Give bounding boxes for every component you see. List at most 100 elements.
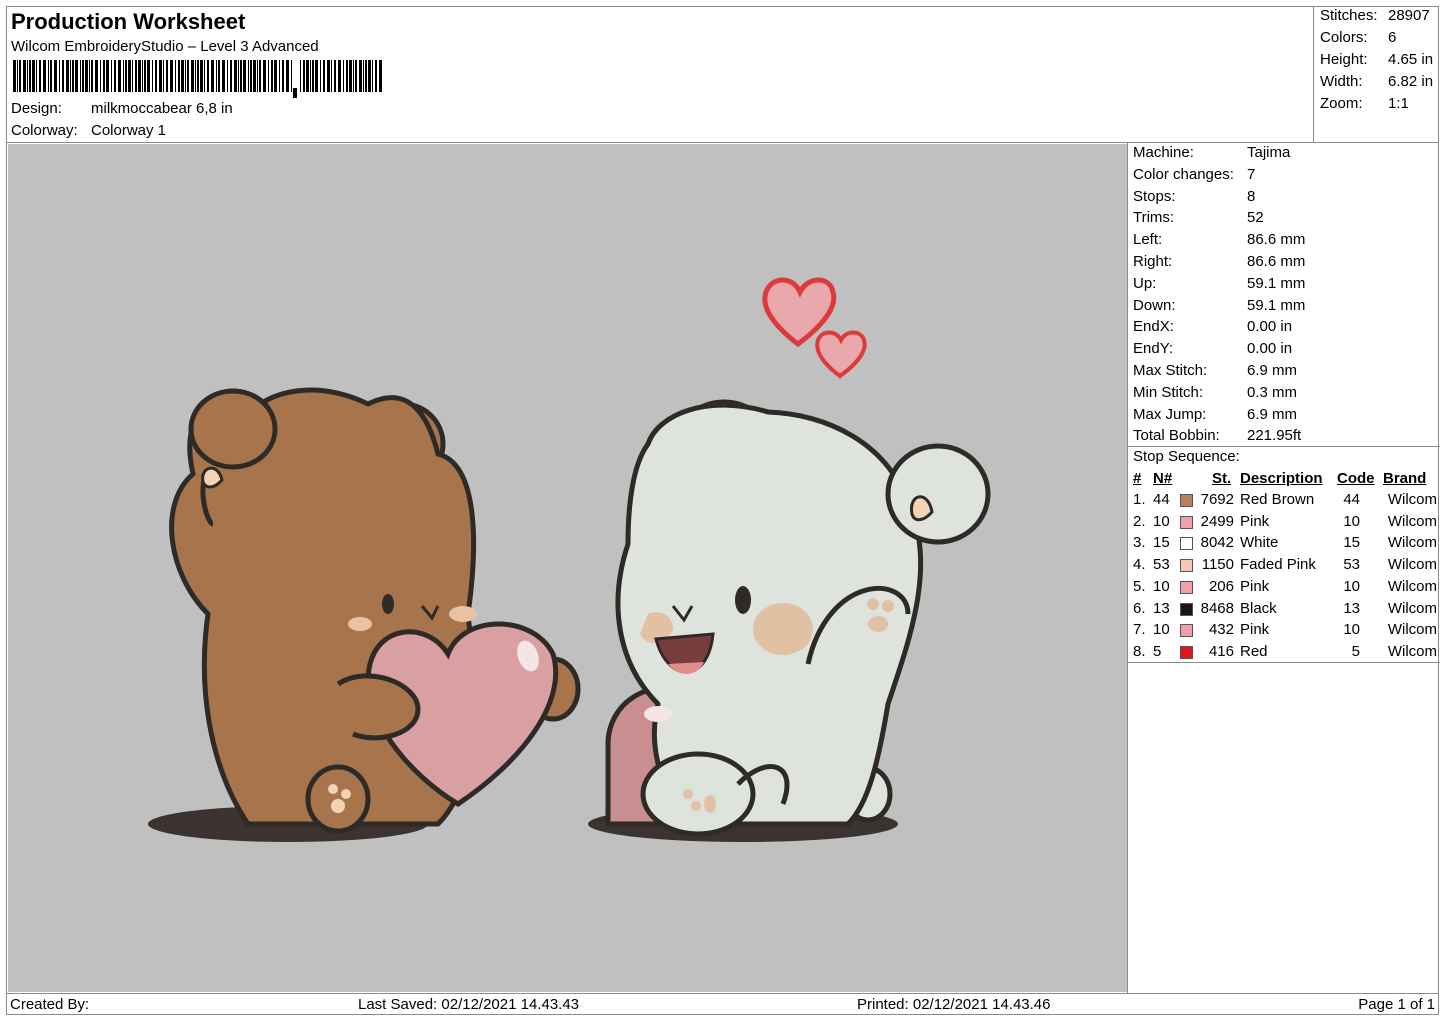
barcode-bar: [338, 60, 341, 92]
barcode-bar: [135, 60, 137, 92]
machine-value: 86.6 mm: [1247, 231, 1306, 249]
zoom-label: Zoom:: [1320, 95, 1363, 112]
barcode-bar: [253, 60, 256, 92]
stop-st: 2499: [1200, 512, 1234, 530]
stop-row: 2. 10 2499 Pink 10 Wilcom: [1128, 513, 1440, 535]
zoom-value: 1:1: [1388, 95, 1409, 112]
width-label: Width:: [1320, 73, 1363, 90]
barcode: [13, 60, 382, 98]
stop-code: 10: [1343, 577, 1360, 595]
stop-sequence-title: Stop Sequence:: [1133, 448, 1240, 465]
machine-label: Max Stitch:: [1133, 362, 1208, 379]
barcode-bar: [43, 60, 46, 92]
stop-row: 1. 44 7692 Red Brown 44 Wilcom: [1128, 491, 1440, 513]
barcode-bar: [300, 60, 301, 92]
barcode-bar: [29, 60, 31, 92]
width-value: 6.82 in: [1388, 73, 1434, 90]
barcode-bar: [365, 60, 367, 92]
stop-desc: Pink: [1240, 621, 1270, 639]
barcode-mark: [293, 88, 297, 98]
color-swatch: [1180, 494, 1193, 507]
stop-st: 7692: [1200, 491, 1234, 508]
stop-num: 8.: [1133, 642, 1146, 660]
color-swatch: [1180, 537, 1193, 551]
col-num-header: #: [1133, 470, 1142, 487]
barcode-bar: [187, 60, 189, 92]
machine-value: 0.3 mm: [1247, 383, 1298, 401]
color-swatch: [1180, 559, 1193, 573]
machine-label: Color changes:: [1133, 165, 1234, 183]
barcode-bar: [274, 60, 277, 92]
colors-row: Colors: 6: [1320, 29, 1396, 46]
stop-num: 7.: [1133, 621, 1146, 639]
barcode-bar: [306, 60, 309, 92]
barcode-bar: [95, 60, 98, 92]
barcode-bar: [103, 60, 105, 92]
stop-code: 53: [1343, 556, 1360, 574]
software-name: Wilcom EmbroideryStudio – Level 3 Advanc…: [11, 38, 319, 55]
machine-row: Stops: 8: [1133, 188, 1255, 205]
machine-row: Up: 59.1 mm: [1133, 275, 1305, 292]
machine-label: Max Jump:: [1133, 405, 1207, 423]
barcode-bar: [218, 60, 220, 92]
barcode-bar: [163, 60, 164, 92]
barcode-bar: [263, 60, 266, 92]
barcode-bar: [240, 60, 242, 92]
barcode-bar: [243, 60, 246, 92]
barcode-bar: [227, 60, 228, 92]
barcode-bar: [310, 60, 311, 92]
brown-bear: [169, 387, 581, 834]
created-by: Created By:: [10, 996, 90, 1013]
machine-label: Up:: [1133, 274, 1157, 292]
stop-desc: Faded Pink: [1240, 556, 1316, 574]
stop-n: 10: [1153, 577, 1170, 595]
barcode-bar: [375, 60, 377, 92]
barcode-bar: [312, 60, 314, 92]
barcode-bar: [282, 60, 284, 92]
height-value: 4.65 in: [1388, 51, 1434, 68]
barcode-bar: [200, 60, 203, 92]
barcode-bar: [359, 60, 362, 92]
machine-row: Color changes: 7: [1133, 166, 1255, 183]
color-swatch: [1180, 580, 1193, 594]
embroidery-illustration: [148, 277, 991, 842]
machine-label: Machine:: [1133, 144, 1194, 161]
machine-label: Trims:: [1133, 209, 1175, 227]
color-swatch: [1180, 645, 1193, 659]
stop-n: 13: [1153, 599, 1170, 617]
barcode-bar: [75, 60, 78, 92]
color-swatch: [1180, 602, 1193, 616]
barcode-bar: [222, 60, 225, 92]
design-value: milkmoccabear 6,8 in: [91, 100, 233, 117]
stop-desc: Pink: [1240, 577, 1270, 595]
machine-value: 6.9 mm: [1247, 405, 1298, 423]
stop-row: 5. 10 206 Pink 10 Wilcom: [1128, 578, 1440, 600]
barcode-bar: [66, 60, 69, 92]
barcode-bar: [125, 60, 127, 92]
printed-date: Printed: 02/12/2021 14.43.46: [857, 996, 1051, 1013]
barcode-bar: [128, 60, 131, 92]
barcode-bar: [142, 60, 143, 92]
stop-n: 15: [1153, 534, 1170, 552]
machine-value: 0.00 in: [1247, 340, 1293, 358]
colors-label: Colors:: [1320, 29, 1368, 46]
barcode-bar: [204, 60, 205, 92]
barcode-bar: [259, 60, 261, 92]
barcode-bar: [349, 60, 352, 92]
barcode-bar: [114, 60, 116, 92]
zoom-row: Zoom: 1:1: [1320, 95, 1409, 112]
stop-n: 10: [1153, 512, 1170, 530]
stop-desc: White: [1240, 534, 1279, 552]
design-label: Design:: [11, 100, 62, 117]
table-bottom-divider: [1128, 662, 1440, 663]
machine-value: 0.00 in: [1247, 318, 1293, 336]
colors-value: 6: [1388, 29, 1397, 46]
machine-label: Total Bobbin:: [1133, 427, 1220, 445]
barcode-bar: [286, 60, 289, 92]
barcode-bar: [144, 60, 146, 92]
color-swatch: [1180, 515, 1193, 529]
height-row: Height: 4.65 in: [1320, 51, 1433, 68]
barcode-bar: [132, 60, 133, 92]
barcode-bar: [23, 60, 26, 92]
barcode-bar: [106, 60, 109, 92]
